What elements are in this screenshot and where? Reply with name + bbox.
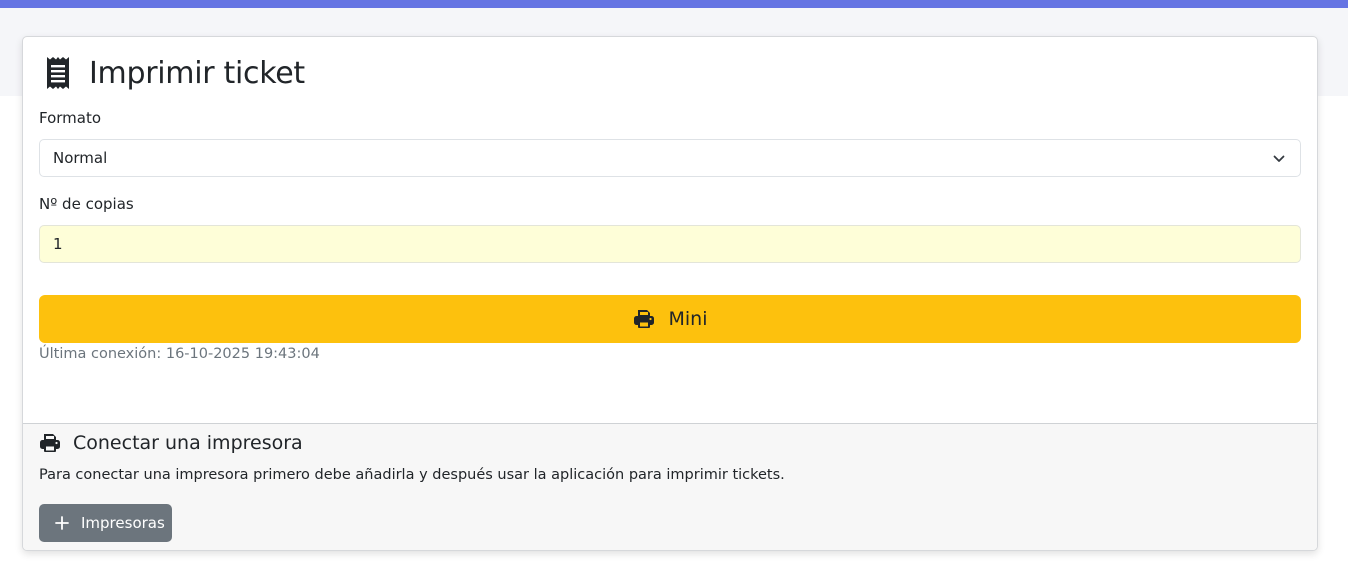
print-mini-label: Mini	[668, 308, 708, 330]
receipt-icon	[47, 57, 69, 89]
copies-input[interactable]: 1	[39, 225, 1301, 263]
copies-label: Nº de copias	[39, 195, 134, 213]
last-connection-text: Última conexión: 16-10-2025 19:43:04	[39, 346, 320, 362]
connect-printer-heading: Conectar una impresora	[39, 432, 303, 454]
add-printers-button[interactable]: Impresoras	[39, 504, 172, 542]
print-ticket-card: Imprimir ticket Formato Normal Nº de cop…	[22, 36, 1318, 551]
printer-icon	[633, 310, 654, 328]
format-select[interactable]: Normal	[39, 139, 1301, 177]
connect-printer-section: Conectar una impresora Para conectar una…	[23, 423, 1317, 550]
add-printers-label: Impresoras	[81, 514, 165, 532]
printer-icon	[40, 434, 60, 452]
copies-input-value: 1	[53, 235, 63, 253]
connect-printer-description: Para conectar una impresora primero debe…	[39, 467, 785, 483]
format-select-value: Normal	[53, 149, 108, 167]
format-label: Formato	[39, 109, 102, 127]
page-title: Imprimir ticket	[89, 55, 305, 91]
chevron-down-icon	[1273, 155, 1285, 162]
card-header: Imprimir ticket	[45, 53, 305, 93]
connect-printer-title: Conectar una impresora	[73, 432, 303, 454]
top-accent-bar	[0, 0, 1348, 8]
plus-icon	[55, 516, 69, 530]
print-mini-button[interactable]: Mini	[39, 295, 1301, 343]
